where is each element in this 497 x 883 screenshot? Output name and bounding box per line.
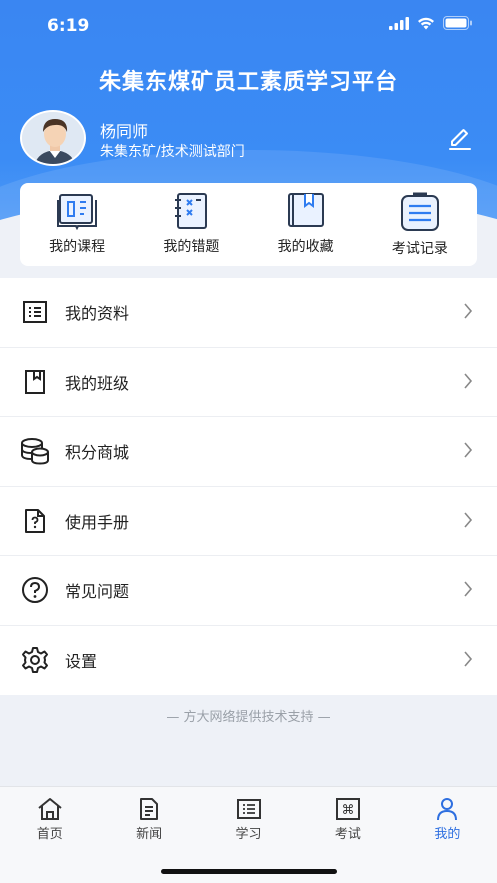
menu-item-settings[interactable]: 设置 bbox=[0, 626, 497, 696]
status-icons bbox=[389, 16, 473, 30]
chevron-right-icon bbox=[464, 442, 473, 458]
menu-item-profile-info[interactable]: 我的资料 bbox=[0, 278, 497, 348]
menu-item-my-class[interactable]: 我的班级 bbox=[0, 348, 497, 417]
quick-link-courses[interactable]: 我的课程 bbox=[20, 183, 134, 266]
study-icon bbox=[236, 799, 261, 819]
status-time: 6:19 bbox=[47, 16, 90, 36]
quick-link-exam-records[interactable]: 考试记录 bbox=[363, 183, 477, 266]
menu-item-label: 设置 bbox=[65, 652, 98, 672]
quick-links-card: 我的课程 我的错题 我的收藏 考试记录 bbox=[20, 183, 477, 266]
book-open-icon bbox=[57, 194, 98, 230]
menu-list: 我的资料 我的班级 积分商城 使用手册 常见问题 设置 bbox=[0, 278, 497, 695]
gear-icon bbox=[22, 647, 48, 674]
help-doc-icon bbox=[25, 508, 45, 533]
menu-item-label: 我的资料 bbox=[65, 304, 130, 324]
menu-item-label: 积分商城 bbox=[65, 443, 130, 463]
tab-label: 首页 bbox=[36, 827, 63, 842]
home-icon bbox=[38, 798, 62, 820]
bookmark-book-icon bbox=[287, 193, 324, 227]
quick-link-favorites[interactable]: 我的收藏 bbox=[249, 183, 363, 266]
tab-label: 我的 bbox=[434, 827, 461, 842]
user-department: 朱集东矿/技术测试部门 bbox=[100, 144, 245, 160]
user-name: 杨同师 bbox=[100, 122, 149, 141]
tab-home[interactable]: 首页 bbox=[0, 787, 99, 883]
notebook-x-icon bbox=[175, 193, 208, 229]
quick-link-mistakes[interactable]: 我的错题 bbox=[134, 183, 248, 266]
signal-icon bbox=[389, 16, 409, 30]
question-circle-icon bbox=[22, 577, 48, 604]
menu-item-user-manual[interactable]: 使用手册 bbox=[0, 487, 497, 556]
quick-link-label: 我的错题 bbox=[163, 239, 220, 255]
menu-item-label: 常见问题 bbox=[65, 582, 130, 602]
wifi-icon bbox=[418, 17, 434, 29]
menu-item-label: 使用手册 bbox=[65, 512, 130, 532]
clipboard-list-icon bbox=[400, 192, 439, 231]
quick-link-label: 考试记录 bbox=[391, 241, 448, 257]
page-title: 朱集东煤矿员工素质学习平台 bbox=[98, 70, 398, 95]
chevron-right-icon bbox=[464, 303, 473, 319]
chevron-right-icon bbox=[464, 581, 473, 597]
coins-icon bbox=[21, 438, 49, 465]
bookmark-icon bbox=[25, 369, 45, 394]
chevron-right-icon bbox=[464, 511, 473, 528]
tab-mine[interactable]: 我的 bbox=[398, 787, 497, 883]
edit-icon[interactable] bbox=[447, 126, 473, 152]
list-doc-icon bbox=[23, 301, 47, 324]
tech-support-note: — 方大网络提供技术支持 — bbox=[166, 710, 331, 725]
exam-icon: ⌘ bbox=[335, 798, 360, 820]
tab-label: 学习 bbox=[235, 827, 262, 842]
news-icon bbox=[140, 798, 159, 820]
quick-link-label: 我的收藏 bbox=[277, 239, 334, 255]
menu-item-label: 我的班级 bbox=[65, 373, 130, 393]
tab-label: 考试 bbox=[334, 827, 361, 842]
profile-card[interactable]: 杨同师 朱集东矿/技术测试部门 bbox=[20, 110, 477, 166]
svg-text:⌘: ⌘ bbox=[341, 803, 354, 818]
quick-link-label: 我的课程 bbox=[49, 239, 106, 255]
home-indicator bbox=[161, 869, 337, 874]
chevron-right-icon bbox=[464, 372, 473, 389]
menu-item-points-mall[interactable]: 积分商城 bbox=[0, 417, 497, 487]
person-icon bbox=[437, 798, 458, 821]
battery-icon bbox=[443, 16, 472, 30]
tab-label: 新闻 bbox=[136, 827, 163, 842]
avatar[interactable] bbox=[20, 110, 86, 166]
menu-item-faq[interactable]: 常见问题 bbox=[0, 556, 497, 626]
chevron-right-icon bbox=[464, 650, 473, 667]
status-bar: 6:19 bbox=[0, 0, 497, 52]
